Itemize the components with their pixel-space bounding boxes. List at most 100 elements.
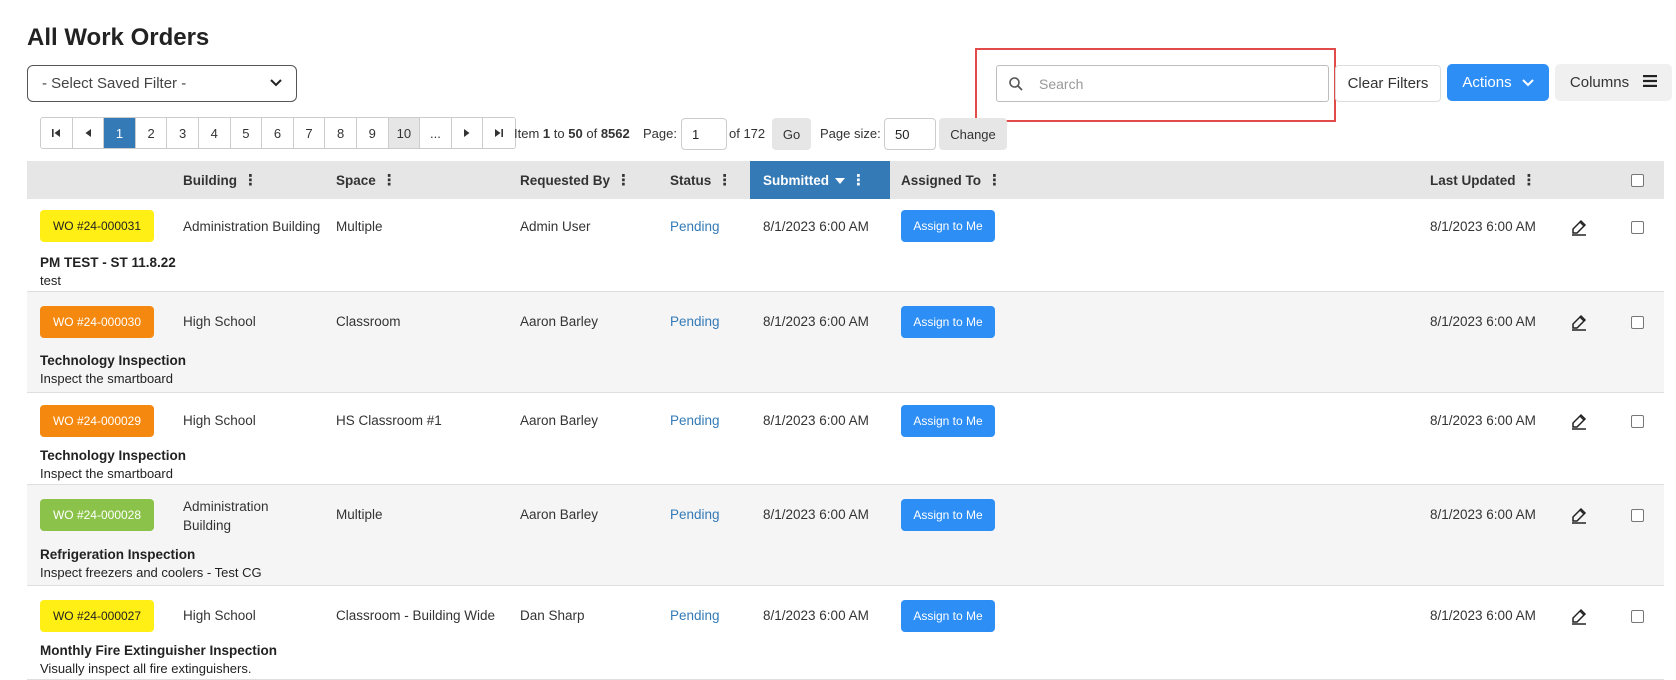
page-button[interactable]: 7: [293, 118, 326, 148]
work-order-title: Refrigeration Inspection: [40, 547, 196, 562]
page-number-input[interactable]: 1: [681, 118, 727, 150]
work-order-badge[interactable]: WO #24-000028: [40, 499, 154, 531]
chevron-down-icon: [270, 78, 282, 90]
pagination: 1 2 3 4 5 6 7 8 9 10 ...: [40, 117, 516, 149]
row-checkbox[interactable]: [1631, 610, 1644, 623]
page-button[interactable]: 2: [135, 118, 168, 148]
page-button[interactable]: 8: [325, 118, 357, 148]
table-row: WO #24-000031 Administration Building Mu…: [27, 199, 1664, 292]
search-placeholder: Search: [1039, 75, 1084, 92]
space-cell: Classroom: [336, 314, 401, 329]
saved-filter-select[interactable]: - Select Saved Filter -: [27, 65, 297, 102]
column-menu-icon[interactable]: ⋮: [987, 171, 1002, 189]
search-input[interactable]: Search: [996, 65, 1329, 102]
work-order-badge[interactable]: WO #24-000029: [40, 405, 154, 437]
column-header-last-updated[interactable]: Last Updated ⋮: [1430, 161, 1537, 199]
edit-icon[interactable]: [1570, 218, 1588, 236]
assign-to-me-button[interactable]: Assign to Me: [901, 600, 995, 632]
work-order-badge[interactable]: WO #24-000031: [40, 210, 154, 242]
last-updated-cell: 8/1/2023 6:00 AM: [1430, 314, 1536, 329]
prev-page-button[interactable]: [72, 118, 105, 148]
status-link[interactable]: Pending: [670, 608, 720, 623]
work-order-badge[interactable]: WO #24-000030: [40, 306, 154, 338]
building-cell: Administration Building: [183, 499, 269, 533]
last-page-button[interactable]: [483, 118, 515, 148]
row-checkbox[interactable]: [1631, 415, 1644, 428]
go-button[interactable]: Go: [772, 118, 811, 150]
work-order-description: Inspect the smartboard: [40, 466, 173, 481]
page-button[interactable]: 4: [198, 118, 231, 148]
status-link[interactable]: Pending: [670, 507, 720, 522]
column-header-assigned-to[interactable]: Assigned To ⋮: [901, 161, 1002, 199]
select-all-checkbox[interactable]: [1631, 174, 1644, 187]
table-row: WO #24-000027 High School Classroom - Bu…: [27, 586, 1664, 680]
work-order-title: PM TEST - ST 11.8.22: [40, 255, 176, 270]
column-header-submitted[interactable]: Submitted ⋮: [750, 161, 890, 199]
search-icon: [997, 76, 1035, 92]
page-button[interactable]: 6: [262, 118, 294, 148]
column-menu-icon[interactable]: ⋮: [243, 171, 258, 189]
space-cell: HS Classroom #1: [336, 413, 442, 428]
page-size-input[interactable]: 50: [884, 118, 936, 150]
actions-label: Actions: [1462, 74, 1512, 91]
sort-desc-icon: [835, 173, 845, 188]
chevron-down-icon: [1521, 74, 1534, 91]
page-button[interactable]: 3: [167, 118, 199, 148]
column-menu-icon[interactable]: ⋮: [717, 171, 732, 189]
row-checkbox[interactable]: [1631, 316, 1644, 329]
assign-to-me-button[interactable]: Assign to Me: [901, 210, 995, 242]
edit-icon[interactable]: [1570, 506, 1588, 524]
first-page-button[interactable]: [41, 118, 73, 148]
clear-filters-button[interactable]: Clear Filters: [1335, 65, 1441, 102]
submitted-cell: 8/1/2023 6:00 AM: [763, 219, 869, 234]
requested-by-cell: Admin User: [520, 219, 591, 234]
column-menu-icon[interactable]: ⋮: [851, 171, 866, 189]
columns-label: Columns: [1569, 74, 1630, 91]
work-order-badge[interactable]: WO #24-000027: [40, 600, 154, 632]
page-size-label: Page size:: [820, 126, 881, 141]
page-button[interactable]: 10: [388, 118, 421, 148]
hamburger-icon: [1643, 74, 1658, 91]
change-page-size-button[interactable]: Change: [939, 118, 1007, 150]
building-cell: Administration Building: [183, 219, 321, 234]
submitted-cell: 8/1/2023 6:00 AM: [763, 507, 869, 522]
status-link[interactable]: Pending: [670, 219, 720, 234]
column-header-building[interactable]: Building ⋮: [183, 161, 258, 199]
column-menu-icon[interactable]: ⋮: [616, 171, 631, 189]
column-header-status[interactable]: Status ⋮: [670, 161, 732, 199]
space-cell: Multiple: [336, 507, 383, 522]
work-order-description: Inspect freezers and coolers - Test CG: [40, 565, 262, 580]
column-menu-icon[interactable]: ⋮: [382, 171, 397, 189]
column-header-space[interactable]: Space ⋮: [336, 161, 397, 199]
status-link[interactable]: Pending: [670, 314, 720, 329]
requested-by-cell: Dan Sharp: [520, 608, 585, 623]
building-cell: High School: [183, 314, 256, 329]
status-link[interactable]: Pending: [670, 413, 720, 428]
next-page-button[interactable]: [451, 118, 484, 148]
row-checkbox[interactable]: [1631, 509, 1644, 522]
actions-button[interactable]: Actions: [1447, 64, 1549, 101]
columns-button[interactable]: Columns: [1555, 64, 1672, 101]
edit-icon[interactable]: [1570, 607, 1588, 625]
total-pages-text: of 172: [729, 126, 766, 141]
assign-to-me-button[interactable]: Assign to Me: [901, 405, 995, 437]
page-button[interactable]: 1: [104, 118, 136, 148]
page-ellipsis-button[interactable]: ...: [420, 118, 452, 148]
assign-to-me-button[interactable]: Assign to Me: [901, 306, 995, 338]
saved-filter-value: - Select Saved Filter -: [42, 75, 187, 92]
column-header-requested-by[interactable]: Requested By ⋮: [520, 161, 631, 199]
page-label: Page:: [643, 126, 677, 141]
building-cell: High School: [183, 413, 256, 428]
column-menu-icon[interactable]: ⋮: [1522, 171, 1537, 189]
last-updated-cell: 8/1/2023 6:00 AM: [1430, 507, 1536, 522]
assign-to-me-button[interactable]: Assign to Me: [901, 499, 995, 531]
requested-by-cell: Aaron Barley: [520, 507, 599, 522]
edit-icon[interactable]: [1570, 313, 1588, 331]
page-button[interactable]: 5: [230, 118, 263, 148]
table-row: WO #24-000029 High School HS Classroom #…: [27, 393, 1664, 485]
page-button[interactable]: 9: [356, 118, 389, 148]
submitted-cell: 8/1/2023 6:00 AM: [763, 314, 869, 329]
work-order-title: Monthly Fire Extinguisher Inspection: [40, 643, 278, 658]
row-checkbox[interactable]: [1631, 221, 1644, 234]
edit-icon[interactable]: [1570, 412, 1588, 430]
